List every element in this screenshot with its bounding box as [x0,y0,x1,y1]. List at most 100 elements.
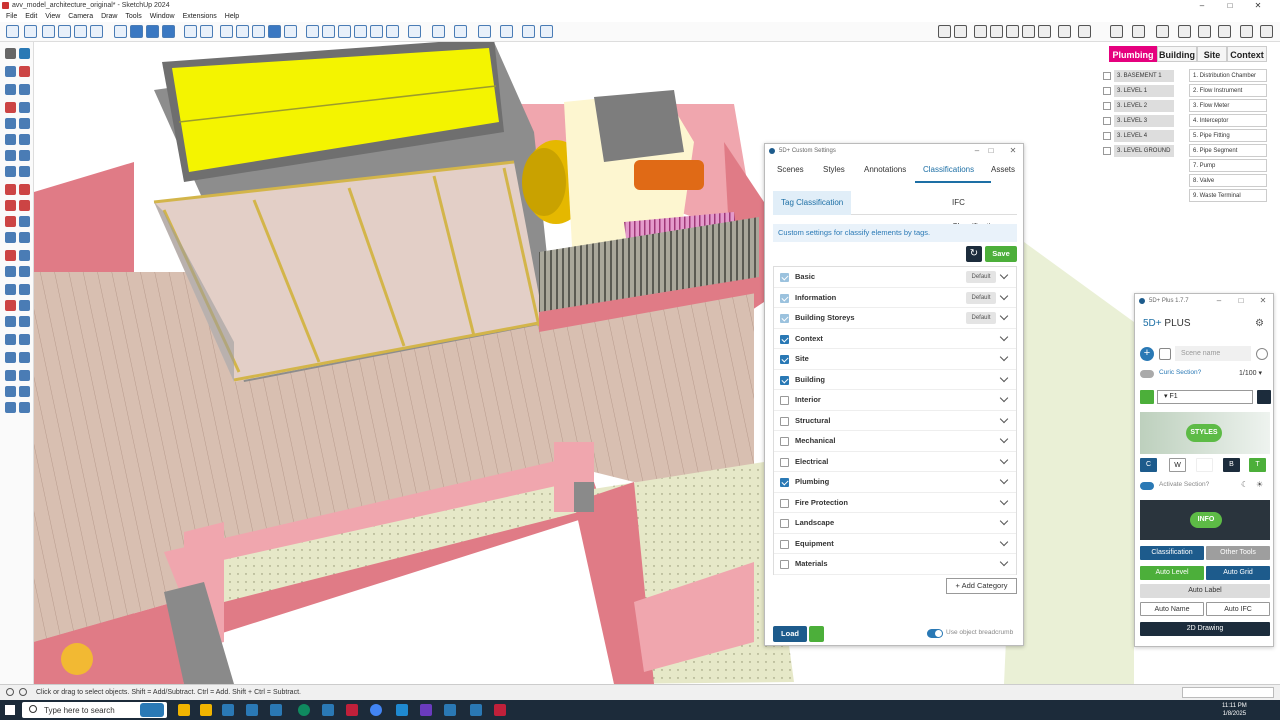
axes-icon[interactable] [5,266,16,277]
plumbing-type-item[interactable]: 5. Pipe Fitting [1189,129,1267,142]
pie-icon[interactable] [5,166,16,177]
display-section-icon[interactable] [454,25,467,38]
component-tool-icon[interactable] [5,66,16,77]
maximize-icon[interactable]: □ [985,145,997,157]
arc-icon[interactable] [5,150,16,161]
category-checkbox[interactable] [780,293,789,303]
plumbing-type-item[interactable]: 3. Flow Meter [1189,99,1267,112]
app2-icon[interactable] [246,704,258,716]
app1-icon[interactable] [222,704,234,716]
iso-view-icon[interactable] [220,25,233,38]
info-banner[interactable]: INFO [1140,500,1270,540]
category-checkbox[interactable] [780,314,789,323]
plumbing-type-item[interactable]: 2. Flow Instrument [1189,84,1267,97]
category-row[interactable]: Electrical [774,452,1016,472]
app6-icon[interactable] [444,704,456,716]
auto-level-button[interactable]: Auto Level [1140,566,1204,580]
tape-icon[interactable] [5,232,16,243]
category-row[interactable]: Structural [774,411,1016,431]
auto-label-button[interactable]: Auto Label [1140,584,1270,598]
rotate-icon[interactable] [1110,25,1123,38]
dimension-icon[interactable] [19,232,30,243]
menu-file[interactable]: File [6,12,17,22]
menu-camera[interactable]: Camera [68,12,93,22]
level-checkbox[interactable] [1103,117,1111,125]
scene-name-input[interactable]: Scene name [1175,346,1251,361]
tag-tool-icon[interactable] [19,84,30,95]
section-tool-icon[interactable] [5,352,16,363]
plumbing-type-item[interactable]: 8. Valve [1189,174,1267,187]
chevron-down-icon[interactable] [999,332,1009,341]
scale-icon[interactable] [1038,25,1051,38]
plugin3-icon[interactable] [1218,25,1231,38]
menu-draw[interactable]: Draw [101,12,117,22]
edge-icon[interactable] [298,704,310,716]
orbit-icon[interactable] [114,25,127,38]
chevron-down-icon[interactable] [999,414,1009,423]
refresh-scene-icon[interactable] [1256,348,1268,360]
vscode-icon[interactable] [396,704,408,716]
plugin-icon[interactable] [1178,25,1191,38]
refresh-icon[interactable]: ↻ [966,246,982,262]
category-row[interactable]: Context [774,329,1016,349]
geo-icon[interactable] [6,688,14,696]
back-edges-icon[interactable] [146,25,159,38]
fullscreen-icon[interactable] [1159,348,1171,360]
undo-icon[interactable] [1078,25,1091,38]
gray-style-icon[interactable] [990,25,1003,38]
zoom-window-icon[interactable] [19,300,30,311]
category-checkbox[interactable] [780,539,789,549]
weather-icon[interactable] [140,703,164,717]
tab-styles[interactable]: Styles [823,162,845,178]
walk-icon[interactable] [5,334,16,345]
save-button[interactable]: Save [985,246,1017,262]
text-tool-icon[interactable] [19,250,30,261]
target-icon[interactable] [1058,25,1071,38]
close-icon[interactable]: ✕ [1257,295,1269,307]
activate-section-toggle[interactable] [1140,482,1154,490]
tab-context[interactable]: Context [1227,46,1267,62]
paste-icon[interactable] [74,25,87,38]
category-row[interactable]: Equipment [774,534,1016,554]
layer-select[interactable]: ▾ F1 [1157,390,1253,404]
windows-start-icon[interactable] [5,705,15,715]
tab-classifications[interactable]: Classifications [923,162,974,178]
layout-icon[interactable] [432,25,445,38]
maximize-icon[interactable]: □ [1235,295,1247,307]
tab-site[interactable]: Site [1197,46,1227,62]
scale-select[interactable]: 1/100 ▾ [1239,369,1262,377]
chevron-down-icon[interactable] [999,393,1009,403]
hide-icon[interactable] [954,25,967,38]
tab-plumbing[interactable]: Plumbing [1109,46,1157,62]
app3-icon[interactable] [270,704,282,716]
minimize-icon[interactable]: – [971,145,983,157]
rotated-rect-icon[interactable] [19,118,30,129]
auto-ifc-button[interactable]: Auto IFC [1206,602,1270,616]
pan-icon[interactable] [19,284,30,295]
level-checkbox[interactable] [1103,87,1111,95]
eraser-icon[interactable] [938,25,951,38]
category-row[interactable]: Site [774,349,1016,370]
tool-c-icon[interactable] [5,386,16,397]
category-row[interactable]: Interior [774,390,1016,411]
category-row[interactable]: Basic Default [774,267,1016,288]
plumbing-type-item[interactable]: 7. Pump [1189,159,1267,172]
chevron-down-icon[interactable] [999,434,1009,444]
tool-e-icon[interactable] [5,402,16,413]
top-view-icon[interactable] [236,25,249,38]
add-scene-icon[interactable]: + [1140,347,1154,361]
rotate-tool-icon[interactable] [5,200,16,211]
style-b-button[interactable]: B [1223,458,1240,472]
category-checkbox[interactable] [780,416,789,426]
terrain-icon[interactable] [540,25,553,38]
lookaround-icon[interactable] [19,334,30,345]
tab-annotations[interactable]: Annotations [864,162,906,178]
auto-grid-button[interactable]: Auto Grid [1206,566,1270,580]
sun-icon[interactable]: ☀ [1256,480,1263,489]
moon-icon[interactable]: ☾ [1241,480,1248,489]
category-checkbox[interactable] [780,478,789,487]
info-icon[interactable] [19,688,27,696]
add-category-button[interactable]: + Add Category [946,578,1017,594]
zoom-icon[interactable] [5,300,16,311]
eraser-tool-icon[interactable] [19,66,30,77]
